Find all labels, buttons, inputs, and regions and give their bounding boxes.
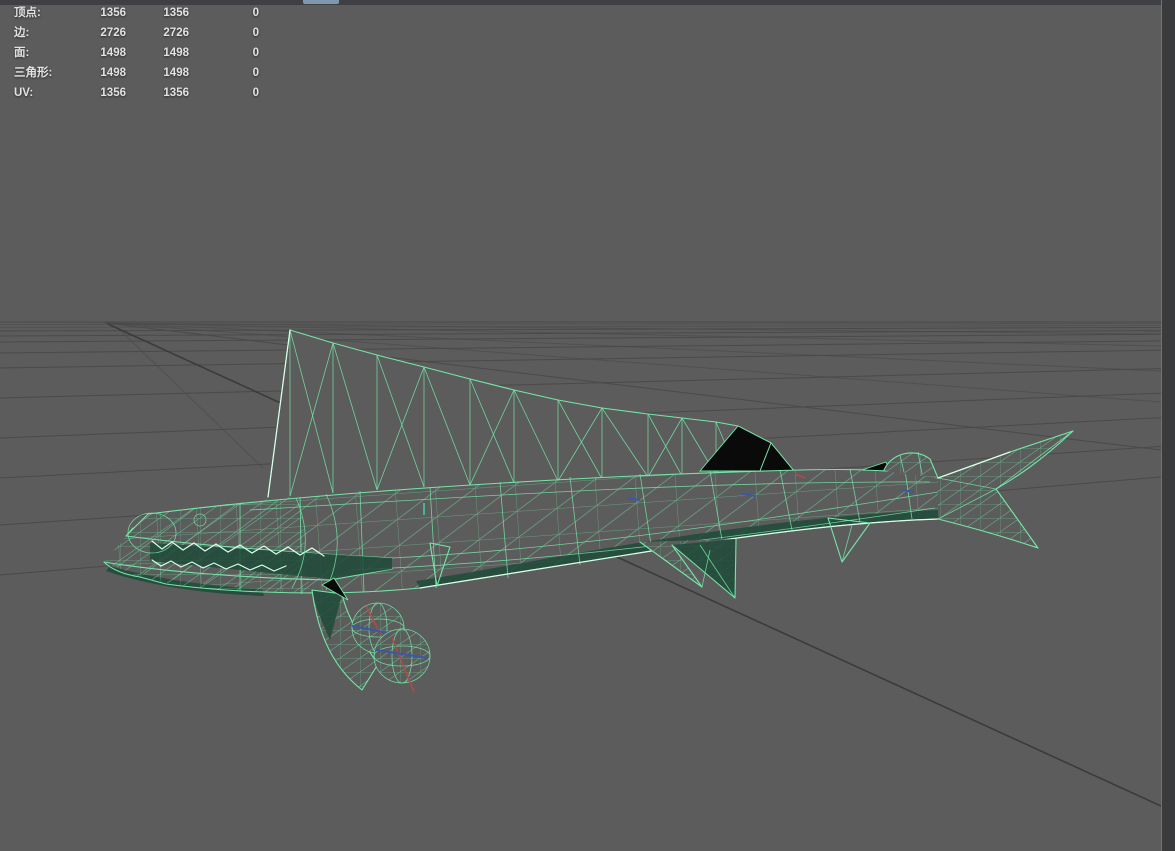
stat-col1: 1498 <box>100 67 126 79</box>
hud-row-triangles: 三角形: 1498 1498 0 <box>0 63 259 83</box>
stat-label: 三角形: <box>14 67 53 79</box>
pelvic-sphere-2[interactable] <box>373 628 431 693</box>
hud-row-vertices: 顶点: 1356 1356 0 <box>0 3 259 23</box>
hud-row-edges: 边: 2726 2726 0 <box>0 23 259 43</box>
stat-col2: 1356 <box>163 7 189 19</box>
stat-col3: 0 <box>252 7 259 19</box>
stat-label: UV: <box>14 87 34 99</box>
stat-col3: 0 <box>252 67 259 79</box>
stat-label: 顶点: <box>14 7 41 19</box>
stat-col1: 1356 <box>100 87 126 99</box>
caudal-fin[interactable] <box>937 430 1074 549</box>
stat-col3: 0 <box>252 47 259 59</box>
stat-col2: 2726 <box>163 27 189 39</box>
stat-col1: 1356 <box>100 7 126 19</box>
stat-label: 边: <box>14 27 30 39</box>
hud-row-uv: UV: 1356 1356 0 <box>0 83 259 103</box>
stat-col1: 1498 <box>100 47 126 59</box>
viewport-3d[interactable] <box>0 0 1175 851</box>
stat-col2: 1356 <box>163 87 189 99</box>
top-strip-accent <box>303 0 339 4</box>
hud-row-faces: 面: 1498 1498 0 <box>0 43 259 63</box>
pelvic-fins[interactable] <box>311 577 431 693</box>
application-window: 顶点: 1356 1356 0 边: 2726 2726 0 面: 1498 1… <box>0 0 1175 851</box>
stat-col2: 1498 <box>163 67 189 79</box>
stat-col3: 0 <box>252 87 259 99</box>
stat-label: 面: <box>14 47 30 59</box>
mesh-stats-hud: 顶点: 1356 1356 0 边: 2726 2726 0 面: 1498 1… <box>0 3 259 103</box>
viewport-right-border <box>1161 0 1175 851</box>
stat-col3: 0 <box>252 27 259 39</box>
stat-col1: 2726 <box>100 27 126 39</box>
stat-col2: 1498 <box>163 47 189 59</box>
